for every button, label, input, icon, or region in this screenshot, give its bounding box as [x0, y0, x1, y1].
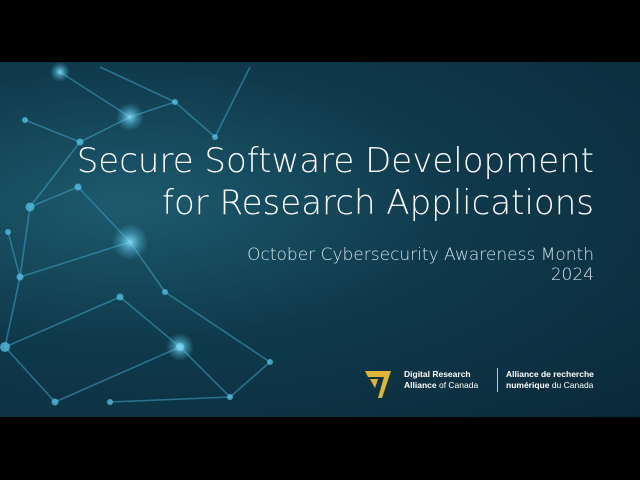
slide-title-line-2: for Research Applications	[161, 183, 594, 223]
logo-en-line-1: Digital Research	[404, 369, 471, 379]
logo-fr-du-canada: du Canada	[549, 380, 594, 390]
logo-en-of-canada: of Canada	[436, 380, 479, 390]
logo-en-alliance: Alliance	[404, 380, 437, 390]
logo-en-line-2: Alliance of Canada	[404, 380, 478, 390]
logo-fr-line-1: Alliance de recherche	[506, 369, 594, 379]
slide-subtitle-line-1: October Cybersecurity Awareness Month	[247, 245, 594, 265]
logo-fr-numerique: numérique	[506, 380, 550, 390]
logo-divider	[497, 368, 498, 392]
slide-subtitle-line-2: 2024	[550, 265, 594, 285]
network-graphic	[0, 62, 273, 406]
logo-fr-line-2: numérique du Canada	[506, 380, 593, 390]
slide-title-line-1: Secure Software Development	[76, 141, 594, 181]
slide-background: Secure Software Development for Research…	[0, 62, 640, 417]
alliance-logo-icon	[365, 371, 391, 398]
